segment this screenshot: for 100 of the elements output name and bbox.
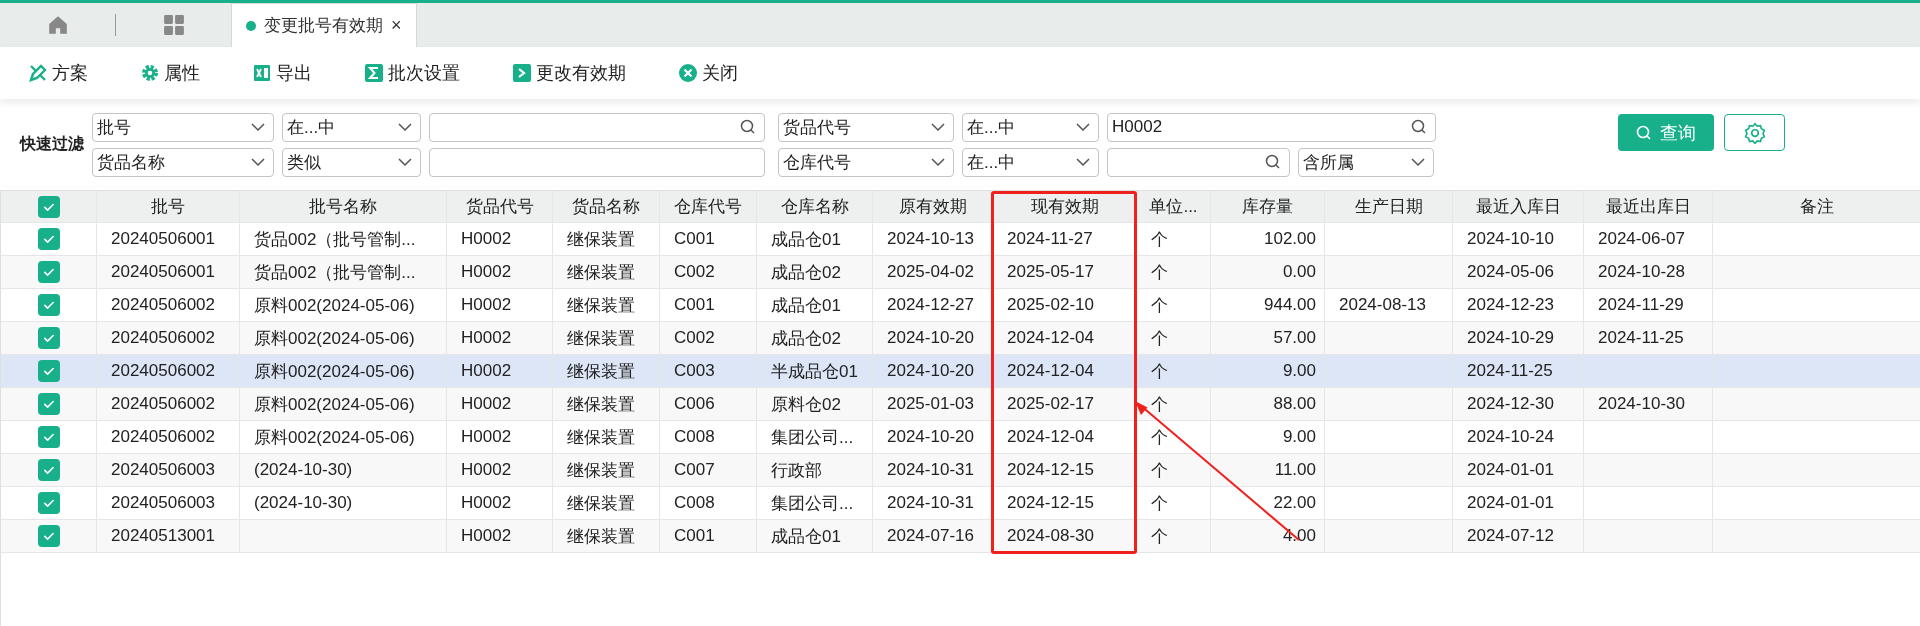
table-cell: 个 [1137,289,1211,322]
checkbox[interactable] [37,459,60,481]
close-icon[interactable]: × [391,15,402,36]
table-cell: C008 [660,421,757,454]
gear-icon [140,63,160,83]
table-cell: 2025-04-02 [873,256,993,289]
table-cell: 2024-10-28 [1584,256,1713,289]
table-cell: 继保装置 [553,289,660,322]
search-field[interactable] [1107,147,1290,177]
table-cell: 2024-10-31 [873,454,993,487]
table-cell: 4.00 [1211,520,1325,553]
column-header[interactable]: 原有效期 [873,191,993,223]
chevron-down-icon [398,158,412,166]
table-cell: H0002 [447,487,553,520]
table-cell: 继保装置 [553,355,660,388]
checkbox[interactable] [37,195,60,218]
chevron-down-icon [1076,158,1090,166]
checkbox[interactable] [37,492,60,514]
dropdown-field[interactable]: 批号 [92,112,274,142]
table-cell: 个 [1137,322,1211,355]
search-icon [740,119,756,135]
table-cell: 2024-10-20 [873,355,993,388]
column-header[interactable]: 最近入库日 [1453,191,1584,223]
table-cell: 20240506002 [97,421,240,454]
dropdown-field[interactable]: 类似 [282,147,421,177]
chevron-down-icon [1076,123,1090,131]
chevron-box-icon [512,63,532,83]
table-cell: 货品002（批号管制... [240,223,447,256]
toolbar-button[interactable]: 关闭 [678,57,738,89]
column-header[interactable]: 货品名称 [553,191,660,223]
column-header[interactable]: 仓库名称 [757,191,873,223]
checkbox[interactable] [37,525,60,547]
table-cell: C008 [660,487,757,520]
column-header[interactable]: 仓库代号 [660,191,757,223]
field-value: 在...中 [287,116,336,139]
checkbox[interactable] [37,426,60,448]
toolbar-button[interactable]: 属性 [140,57,200,89]
dropdown-field[interactable]: 货品名称 [92,147,274,177]
column-header[interactable]: 生产日期 [1325,191,1453,223]
table-cell: 货品002（批号管制... [240,256,447,289]
checkbox[interactable] [37,261,60,283]
checkbox[interactable] [37,228,60,250]
checkbox[interactable] [37,393,60,415]
input-field[interactable] [429,147,765,177]
toolbar-button[interactable]: 批次设置 [364,57,460,89]
table-cell: 2024-10-29 [1453,322,1584,355]
table-cell: 个 [1137,355,1211,388]
table-cell: 继保装置 [553,322,660,355]
column-header[interactable]: 货品代号 [447,191,553,223]
dropdown-field[interactable]: 含所属 [1298,147,1434,177]
dropdown-field[interactable]: 仓库代号 [778,147,954,177]
field-value: 货品名称 [97,151,165,174]
table-cell: 9.00 [1211,355,1325,388]
table-cell: 半成品仓01 [757,355,873,388]
home-icon[interactable] [46,14,69,36]
field-value: 仓库代号 [783,151,851,174]
table-cell: H0002 [447,289,553,322]
table-cell: 个 [1137,520,1211,553]
checkbox[interactable] [37,327,60,349]
table-cell: C007 [660,454,757,487]
column-header[interactable]: 单位... [1137,191,1211,223]
toolbar-button[interactable]: 更改有效期 [512,57,626,89]
table-cell: 成品仓01 [757,289,873,322]
table-cell: C006 [660,388,757,421]
toolbar-button[interactable]: 导出 [252,57,312,89]
table-cell: 2025-05-17 [993,256,1137,289]
toolbar-button[interactable]: 方案 [28,57,88,89]
column-header[interactable]: 最近出库日 [1584,191,1713,223]
table-cell: 20240513001 [97,520,240,553]
table-cell: 20240506001 [97,223,240,256]
grid-icon[interactable] [162,14,185,36]
settings-button[interactable] [1724,114,1785,151]
table-cell: 88.00 [1211,388,1325,421]
column-header[interactable]: 库存量 [1211,191,1325,223]
table-cell: H0002 [447,223,553,256]
table-cell: 原料002(2024-05-06) [240,322,447,355]
checkbox[interactable] [37,360,60,382]
search-icon [1265,154,1281,170]
field-value: 在...中 [967,116,1016,139]
dropdown-field[interactable]: 在...中 [962,147,1099,177]
table-cell: 继保装置 [553,421,660,454]
dropdown-field[interactable]: 在...中 [962,112,1099,142]
table-cell: 2024-10-20 [873,322,993,355]
dropdown-field[interactable]: 货品代号 [778,112,954,142]
field-value: 含所属 [1303,151,1354,174]
search-field[interactable]: H0002 [1107,112,1436,142]
column-header[interactable]: 批号名称 [240,191,447,223]
table-cell: 20240506003 [97,454,240,487]
spreadsheet-icon [252,63,272,83]
dropdown-field[interactable]: 在...中 [282,112,421,142]
chevron-down-icon [1411,158,1425,166]
checkbox[interactable] [37,294,60,316]
column-header[interactable]: 批号 [97,191,240,223]
tab[interactable]: 变更批号有效期 × [231,3,417,47]
table-cell: 20240506002 [97,322,240,355]
table-cell: 原料002(2024-05-06) [240,289,447,322]
column-header[interactable]: 备注 [1713,191,1920,223]
table-cell: 9.00 [1211,421,1325,454]
table-cell: 20240506003 [97,487,240,520]
search-field[interactable] [429,112,765,142]
